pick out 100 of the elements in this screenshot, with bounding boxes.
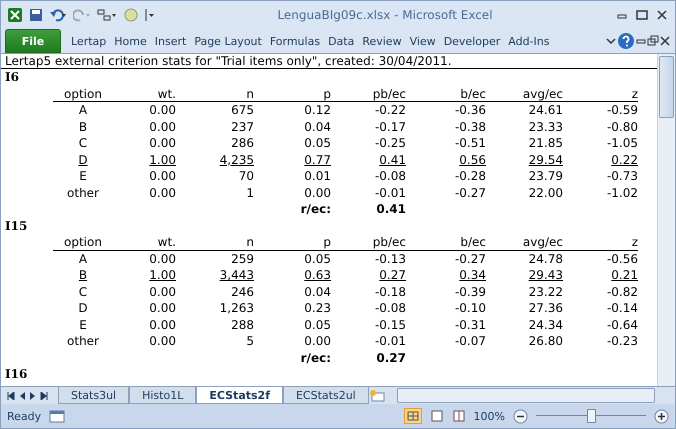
dropdown-icon[interactable] xyxy=(145,8,155,22)
table-cell-text: other xyxy=(66,333,100,350)
sheet-heading: Lertap5 external criterion stats for "Trial items only", created: 30/04/2011. xyxy=(1,54,657,69)
table-cell-text: 23.33 xyxy=(528,118,563,135)
table-cell-text: -0.56 xyxy=(606,250,638,267)
close-icon[interactable] xyxy=(659,35,671,47)
table-cell-text: -0.59 xyxy=(606,102,638,118)
close-icon[interactable] xyxy=(655,9,669,21)
page-layout-view-icon[interactable] xyxy=(430,409,444,423)
table-cell-text: 29.43 xyxy=(528,267,563,284)
restore-icon[interactable] xyxy=(635,9,649,21)
table-cell-text: C xyxy=(78,135,88,152)
excel-logo-icon[interactable] xyxy=(7,7,23,23)
table-cell-text: 24.34 xyxy=(528,316,563,333)
table-cell-text: 288 xyxy=(230,316,254,333)
table-cell-text: 26.80 xyxy=(528,333,563,350)
table-cell-text: 23.79 xyxy=(528,168,563,184)
zoom-percentage[interactable]: 100% xyxy=(474,410,505,422)
sheet-tab[interactable]: ECStats2f xyxy=(196,387,283,404)
table-cell-text: 246 xyxy=(230,284,254,300)
ribbon-tab[interactable]: Home xyxy=(110,30,151,52)
ribbon-tab[interactable]: Lertap xyxy=(67,30,110,52)
table-cell-text: 286 xyxy=(230,135,254,152)
ribbon-tab[interactable]: Insert xyxy=(150,30,190,52)
item-label: I6 xyxy=(4,69,20,86)
sheet-tab[interactable]: Histo1L xyxy=(129,387,196,404)
table-cell-text: 0.00 xyxy=(148,316,176,333)
ribbon-tab[interactable]: Formulas xyxy=(266,30,324,52)
new-sheet-icon[interactable] xyxy=(368,388,387,402)
vertical-scrollbar[interactable] xyxy=(657,54,675,386)
save-icon[interactable] xyxy=(29,8,43,22)
file-button[interactable]: File xyxy=(5,29,61,53)
table-cell-text: -0.39 xyxy=(454,284,486,300)
table-cell-text: 0.05 xyxy=(303,135,331,152)
table-cell-text: A xyxy=(78,102,88,118)
ribbon-tab[interactable]: Page Layout xyxy=(190,30,266,52)
table-cell-text: B xyxy=(78,267,88,284)
macro-record-icon[interactable] xyxy=(49,409,66,423)
correlation-value: 0.41 xyxy=(375,201,406,218)
undo-icon[interactable] xyxy=(49,8,67,22)
ribbon-tab[interactable]: Review xyxy=(358,30,406,52)
next-sheet-icon[interactable] xyxy=(29,392,37,400)
table-cell-text: 22.00 xyxy=(528,184,563,201)
table-cell-text: A xyxy=(78,250,88,267)
table-cell-text: 0.04 xyxy=(303,118,331,135)
table-cell-text: 27.36 xyxy=(528,300,563,316)
window-title: LenguaBIg09c.xlsx - Microsoft Excel xyxy=(276,8,494,22)
table-cell-text: -0.08 xyxy=(374,300,406,316)
table-cell-text: 4,235 xyxy=(218,152,254,168)
column-header: n xyxy=(245,234,254,250)
zoom-in-button[interactable] xyxy=(654,408,669,424)
ribbon-tab[interactable]: Developer xyxy=(440,30,504,52)
normal-view-icon[interactable] xyxy=(404,408,422,424)
layout-icon[interactable] xyxy=(97,8,117,22)
table-cell-text: 0.00 xyxy=(148,135,176,152)
table-cell-text: 70 xyxy=(238,168,254,184)
table-cell-text: 23.22 xyxy=(528,284,563,300)
ribbon-tab[interactable]: Add-Ins xyxy=(504,30,554,52)
column-header: p xyxy=(322,234,331,250)
table-cell-text: 0.00 xyxy=(148,284,176,300)
table-cell-text: 0.00 xyxy=(148,168,176,184)
ribbon-tab[interactable]: View xyxy=(406,30,440,52)
table-cell-text: 0.12 xyxy=(303,102,331,118)
sheet-tab[interactable]: ECStats2ul xyxy=(282,387,369,404)
zoom-slider-thumb[interactable] xyxy=(587,409,596,423)
table-cell-text: E xyxy=(78,316,88,333)
column-header: b/ec xyxy=(459,86,486,102)
zoom-out-button[interactable] xyxy=(513,408,528,424)
column-header: pb/ec xyxy=(372,234,406,250)
ribbon-tab[interactable]: Data xyxy=(324,30,358,52)
column-header: wt. xyxy=(156,86,176,102)
table-cell-text: -1.02 xyxy=(606,184,638,201)
table-cell-text: 0.00 xyxy=(303,184,331,201)
table-cell-text: 21.85 xyxy=(528,135,563,152)
table-cell-text: -0.31 xyxy=(454,316,486,333)
column-header: z xyxy=(630,234,638,250)
table-cell-text: -0.08 xyxy=(374,168,406,184)
table-cell-text: -0.25 xyxy=(374,135,406,152)
table-cell-text: 24.78 xyxy=(528,250,563,267)
last-sheet-icon[interactable] xyxy=(40,392,48,400)
sheet-tab[interactable]: Stats3ul xyxy=(58,387,130,404)
table-cell-text: -0.17 xyxy=(374,118,406,135)
horizontal-scrollbar[interactable] xyxy=(396,388,655,403)
table-cell-text: 0.77 xyxy=(303,152,331,168)
table-cell-text: 0.63 xyxy=(303,267,331,284)
table-cell-text: 0.34 xyxy=(458,267,486,284)
table-cell-text: other xyxy=(66,184,100,201)
first-sheet-icon[interactable] xyxy=(7,392,15,400)
status-text: Ready xyxy=(7,410,42,422)
table-cell-text: 0.27 xyxy=(378,267,406,284)
correlation-value: 0.27 xyxy=(375,350,406,366)
previous-sheet-icon[interactable] xyxy=(18,392,26,400)
table-cell-text: -0.27 xyxy=(454,250,486,267)
table-cell-text: -0.51 xyxy=(454,135,486,152)
restore-icon[interactable] xyxy=(647,35,659,47)
table-cell-text: 24.61 xyxy=(528,102,563,118)
table-cell-text: 0.56 xyxy=(458,152,486,168)
help-icon[interactable] xyxy=(617,32,635,50)
table-cell-text: 3,443 xyxy=(218,267,254,284)
page-break-view-icon[interactable] xyxy=(452,409,466,423)
